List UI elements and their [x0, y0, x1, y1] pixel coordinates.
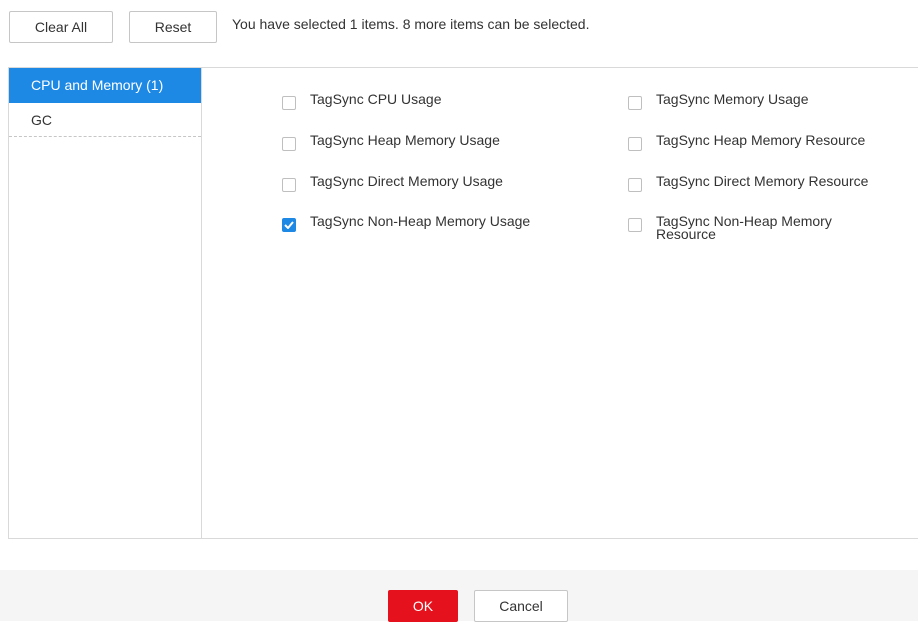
dialog-footer: OK Cancel — [0, 570, 918, 622]
checkbox[interactable] — [282, 178, 296, 192]
reset-button[interactable]: Reset — [129, 11, 217, 43]
option-label: TagSync Memory Usage — [656, 91, 809, 107]
option-label: TagSync Heap Memory Resource — [656, 132, 866, 148]
option-tagsync-direct-memory-resource[interactable]: TagSync Direct Memory Resource — [628, 173, 906, 192]
sidebar-item-gc[interactable]: GC — [9, 103, 201, 137]
option-tagsync-non-heap-memory-resource[interactable]: TagSync Non-Heap Memory Resource — [628, 213, 886, 242]
option-tagsync-non-heap-memory-usage[interactable]: TagSync Non-Heap Memory Usage — [282, 213, 560, 232]
option-tagsync-heap-memory-usage[interactable]: TagSync Heap Memory Usage — [282, 132, 560, 151]
checkbox[interactable] — [628, 96, 642, 110]
checkbox[interactable] — [628, 137, 642, 151]
option-label: TagSync Direct Memory Usage — [310, 173, 503, 189]
option-tagsync-cpu-usage[interactable]: TagSync CPU Usage — [282, 91, 560, 110]
option-tagsync-memory-usage[interactable]: TagSync Memory Usage — [628, 91, 906, 110]
checkbox-checked[interactable] — [282, 218, 296, 232]
checkbox[interactable] — [282, 96, 296, 110]
ok-button[interactable]: OK — [388, 590, 458, 622]
sidebar-item-cpu-and-memory[interactable]: CPU and Memory (1) — [9, 68, 201, 103]
option-label: TagSync Direct Memory Resource — [656, 173, 869, 189]
category-sidebar: CPU and Memory (1) GC — [9, 68, 202, 538]
checkmark-icon — [284, 221, 294, 229]
checkbox[interactable] — [628, 218, 642, 232]
metric-selection-panel: CPU and Memory (1) GC TagSync CPU Usage … — [8, 67, 918, 539]
option-label: TagSync Heap Memory Usage — [310, 132, 500, 148]
cancel-button[interactable]: Cancel — [474, 590, 568, 622]
option-label: TagSync CPU Usage — [310, 91, 442, 107]
checkbox[interactable] — [282, 137, 296, 151]
metric-options: TagSync CPU Usage TagSync Memory Usage T… — [203, 68, 918, 538]
option-tagsync-heap-memory-resource[interactable]: TagSync Heap Memory Resource — [628, 132, 906, 151]
option-tagsync-direct-memory-usage[interactable]: TagSync Direct Memory Usage — [282, 173, 560, 192]
option-label: TagSync Non-Heap Memory Resource — [656, 213, 832, 242]
option-label: TagSync Non-Heap Memory Usage — [310, 213, 531, 229]
checkbox[interactable] — [628, 178, 642, 192]
selection-hint: You have selected 1 items. 8 more items … — [232, 16, 590, 32]
clear-all-button[interactable]: Clear All — [9, 11, 113, 43]
